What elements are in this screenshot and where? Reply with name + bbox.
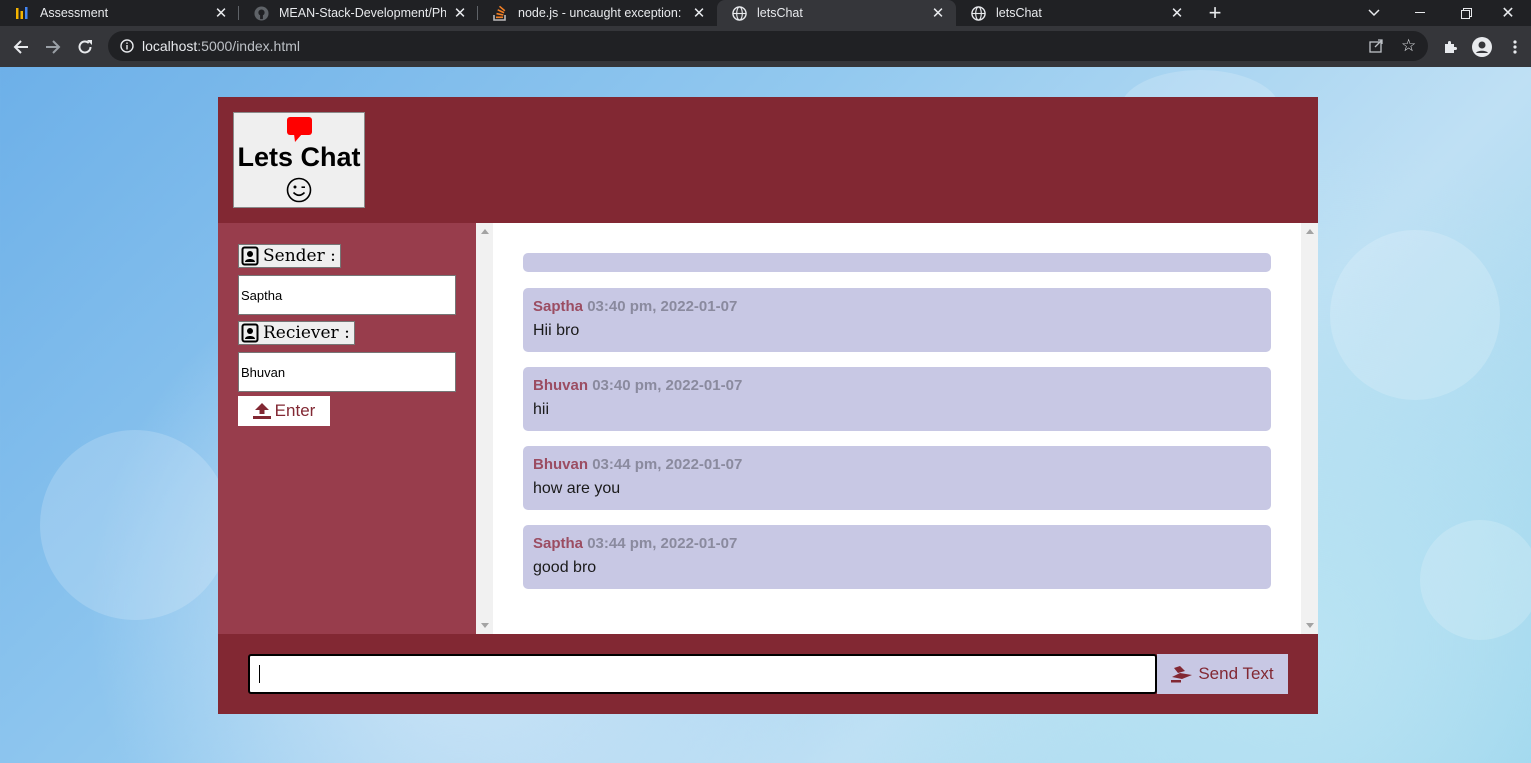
tab-title: node.js - uncaught exception: Syn bbox=[518, 6, 685, 20]
restore-icon[interactable] bbox=[1443, 0, 1489, 26]
back-button[interactable] bbox=[5, 31, 37, 63]
bookmark-star-icon[interactable]: ☆ bbox=[1401, 36, 1416, 56]
wink-smiley-icon bbox=[286, 177, 312, 208]
sidebar: Sender : Saptha Reciever : Bhuvan Enter bbox=[218, 223, 476, 634]
composer: Send Text bbox=[218, 634, 1318, 714]
receiver-input[interactable]: Bhuvan bbox=[238, 352, 456, 392]
github-icon bbox=[253, 5, 269, 21]
minimize-icon[interactable] bbox=[1397, 0, 1443, 26]
message-header: Bhuvan 03:40 pm, 2022-01-07 bbox=[533, 377, 1261, 394]
close-icon[interactable]: ✕ bbox=[930, 4, 946, 22]
upload-icon bbox=[252, 403, 271, 419]
bar-chart-icon bbox=[14, 5, 30, 21]
message-time: 03:44 pm, 2022-01-07 bbox=[587, 535, 738, 552]
sender-label-text: Sender : bbox=[263, 246, 336, 266]
tab-title: letsChat bbox=[757, 6, 803, 20]
url-path: :5000/index.html bbox=[197, 38, 300, 54]
sender-label: Sender : bbox=[238, 244, 341, 268]
close-icon[interactable]: ✕ bbox=[691, 4, 707, 22]
forward-button[interactable] bbox=[37, 31, 69, 63]
chat-app: Lets Chat Sender : Saptha Reciever : Bhu… bbox=[218, 97, 1318, 714]
message-sender: Saptha bbox=[533, 298, 584, 315]
reload-button[interactable] bbox=[69, 31, 101, 63]
message-text: Hii bro bbox=[533, 322, 580, 339]
message-sender: Saptha bbox=[533, 535, 584, 552]
sidebar-scrollbar[interactable] bbox=[476, 223, 493, 634]
logo: Lets Chat bbox=[233, 112, 365, 208]
close-icon[interactable]: ✕ bbox=[213, 4, 229, 22]
tab-title: letsChat bbox=[996, 6, 1042, 20]
contact-card-icon bbox=[241, 246, 259, 266]
app-header: Lets Chat bbox=[218, 97, 1318, 223]
message-bubble: Saptha 03:40 pm, 2022-01-07 Hii bro bbox=[523, 288, 1271, 352]
message-time: 03:44 pm, 2022-01-07 bbox=[592, 456, 743, 473]
globe-icon bbox=[731, 5, 747, 21]
message-list: Saptha 03:40 pm, 2022-01-07 Hii bro Bhuv… bbox=[493, 223, 1301, 634]
browser-tab[interactable]: Assessment ✕ bbox=[0, 0, 239, 26]
tab-title: MEAN-Stack-Development/Phase bbox=[279, 6, 446, 20]
chat-scrollbar[interactable] bbox=[1301, 223, 1318, 634]
message-bubble: Bhuvan 03:44 pm, 2022-01-07 how are you bbox=[523, 446, 1271, 510]
browser-tab-bar: Assessment ✕ MEAN-Stack-Development/Phas… bbox=[0, 0, 1531, 26]
send-text-button[interactable]: Send Text bbox=[1157, 654, 1288, 694]
new-tab-button[interactable]: + bbox=[1195, 0, 1235, 26]
close-icon[interactable]: ✕ bbox=[452, 4, 468, 22]
share-icon[interactable] bbox=[1369, 38, 1384, 53]
receiver-label: Reciever : bbox=[238, 321, 355, 345]
globe-icon bbox=[970, 5, 986, 21]
message-header: Saptha 03:44 pm, 2022-01-07 bbox=[533, 535, 1261, 552]
extensions-icon[interactable] bbox=[1434, 26, 1466, 67]
stackoverflow-icon bbox=[492, 5, 508, 21]
message-bubble: Saptha 03:44 pm, 2022-01-07 good bro bbox=[523, 525, 1271, 589]
message-header: Saptha 03:40 pm, 2022-01-07 bbox=[533, 298, 1261, 315]
profile-avatar-icon[interactable] bbox=[1466, 26, 1498, 67]
send-text-label: Send Text bbox=[1198, 664, 1274, 683]
message-time: 03:40 pm, 2022-01-07 bbox=[587, 298, 738, 315]
logo-title: Lets Chat bbox=[237, 142, 361, 172]
message-bubble: Bhuvan 03:40 pm, 2022-01-07 hii bbox=[523, 367, 1271, 431]
tab-search-icon[interactable] bbox=[1351, 0, 1397, 26]
message-sender: Bhuvan bbox=[533, 377, 589, 394]
empty-message-bubble bbox=[523, 253, 1271, 272]
close-window-icon[interactable]: ✕ bbox=[1485, 0, 1531, 26]
enter-button-label: Enter bbox=[274, 401, 316, 420]
receiver-label-text: Reciever : bbox=[263, 323, 350, 343]
message-text: how are you bbox=[533, 480, 621, 497]
close-icon[interactable]: ✕ bbox=[1169, 4, 1185, 22]
browser-tab[interactable]: node.js - uncaught exception: Syn ✕ bbox=[478, 0, 717, 26]
text-caret bbox=[259, 665, 260, 683]
enter-button[interactable]: Enter bbox=[238, 396, 330, 426]
message-text: good bro bbox=[533, 559, 597, 576]
message-text: hii bbox=[533, 401, 550, 418]
send-icon bbox=[1171, 665, 1193, 683]
browser-tab[interactable]: MEAN-Stack-Development/Phase ✕ bbox=[239, 0, 478, 26]
sender-input[interactable]: Saptha bbox=[238, 275, 456, 315]
message-header: Bhuvan 03:44 pm, 2022-01-07 bbox=[533, 456, 1261, 473]
tab-title: Assessment bbox=[40, 6, 109, 20]
message-sender: Bhuvan bbox=[533, 456, 589, 473]
site-info-icon[interactable] bbox=[120, 39, 134, 53]
browser-toolbar: localhost:5000/index.html ☆ bbox=[0, 26, 1531, 67]
message-input[interactable] bbox=[248, 654, 1157, 694]
url-host: localhost bbox=[142, 38, 198, 54]
menu-kebab-icon[interactable] bbox=[1499, 26, 1531, 67]
browser-tab-active[interactable]: letsChat ✕ bbox=[717, 0, 956, 26]
browser-tab[interactable]: letsChat ✕ bbox=[956, 0, 1195, 26]
contact-card-icon bbox=[241, 323, 259, 343]
address-bar[interactable]: localhost:5000/index.html ☆ bbox=[108, 31, 1428, 61]
message-time: 03:40 pm, 2022-01-07 bbox=[592, 377, 743, 394]
